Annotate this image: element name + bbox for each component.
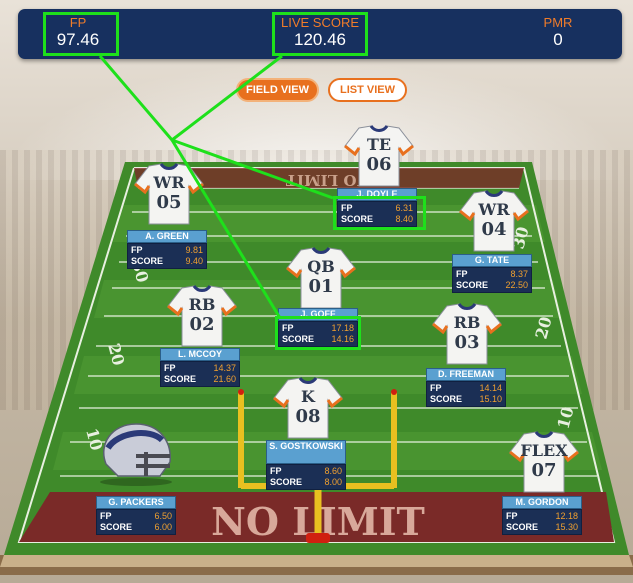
fp-value: 8.37 bbox=[510, 269, 528, 279]
score-value: 6.00 bbox=[154, 522, 172, 532]
score-value: 8.00 bbox=[324, 477, 342, 487]
score-value: 15.30 bbox=[555, 522, 578, 532]
player-name: A. GREEN bbox=[127, 230, 207, 243]
pmr-value: 0 bbox=[553, 30, 563, 49]
jersey-number: 04 bbox=[481, 219, 507, 240]
score-value: 21.60 bbox=[213, 374, 236, 384]
score-value: 22.50 bbox=[505, 280, 528, 290]
jersey-rb1[interactable]: RB 02 bbox=[166, 284, 238, 348]
player-card-rb1[interactable]: L. MCCOY FP 14.37 SCORE 21.60 bbox=[160, 348, 240, 387]
pmr-stat: PMR 0 bbox=[538, 15, 578, 50]
player-card-wr1[interactable]: A. GREEN FP 9.81 SCORE 9.40 bbox=[127, 230, 207, 269]
player-name: G. PACKERS bbox=[96, 496, 176, 509]
jersey-number: 08 bbox=[295, 406, 321, 427]
score-label: SCORE bbox=[164, 374, 197, 384]
list-view-button[interactable]: LIST VIEW bbox=[328, 78, 407, 102]
fp-value: 14.37 bbox=[213, 363, 236, 373]
highlight-box-qb-card bbox=[275, 316, 361, 350]
fp-label: FP bbox=[506, 511, 518, 521]
jersey-te[interactable]: TE 06 bbox=[343, 124, 415, 188]
player-card-rb2[interactable]: D. FREEMAN FP 14.14 SCORE 15.10 bbox=[426, 368, 506, 407]
score-value: 9.40 bbox=[185, 256, 203, 266]
fp-label: FP bbox=[131, 245, 143, 255]
jersey-flex[interactable]: FLEX 07 bbox=[508, 430, 580, 494]
player-name: M. GORDON bbox=[502, 496, 582, 509]
jersey-position: RB bbox=[188, 295, 216, 314]
player-name: L. MCCOY bbox=[160, 348, 240, 361]
fp-label: FP bbox=[270, 466, 282, 476]
jersey-number: 03 bbox=[454, 332, 480, 353]
jersey-number: 02 bbox=[189, 314, 215, 335]
field-view-button[interactable]: FIELD VIEW bbox=[236, 78, 319, 102]
jersey-position: FLEX bbox=[520, 441, 568, 460]
highlight-box-live-score bbox=[272, 12, 368, 56]
jersey-position: K bbox=[301, 387, 315, 406]
field-base-edge bbox=[0, 555, 633, 567]
score-label: SCORE bbox=[456, 280, 489, 290]
jersey-qb[interactable]: QB 01 bbox=[285, 246, 357, 310]
fp-value: 12.18 bbox=[555, 511, 578, 521]
fp-value: 9.81 bbox=[185, 245, 203, 255]
score-label: SCORE bbox=[100, 522, 133, 532]
score-label: SCORE bbox=[131, 256, 164, 266]
score-value: 15.10 bbox=[479, 394, 502, 404]
jersey-number: 01 bbox=[308, 276, 334, 297]
jersey-position: WR bbox=[153, 173, 185, 192]
fp-value: 14.14 bbox=[479, 383, 502, 393]
player-name: S. GOSTKOWSKI bbox=[266, 440, 346, 464]
fp-value: 6.50 bbox=[154, 511, 172, 521]
fp-label: FP bbox=[100, 511, 112, 521]
pmr-label: PMR bbox=[543, 15, 573, 30]
fp-label: FP bbox=[456, 269, 468, 279]
score-label: SCORE bbox=[506, 522, 539, 532]
score-label: SCORE bbox=[270, 477, 303, 487]
player-card-flex[interactable]: M. GORDON FP 12.18 SCORE 15.30 bbox=[502, 496, 582, 535]
player-name: G. TATE bbox=[452, 254, 532, 267]
jersey-number: 05 bbox=[156, 192, 182, 213]
highlight-box-fp bbox=[43, 12, 119, 56]
score-label: SCORE bbox=[430, 394, 463, 404]
fp-value: 8.60 bbox=[324, 466, 342, 476]
jersey-position: WR bbox=[478, 200, 510, 219]
jersey-k[interactable]: K 08 bbox=[272, 376, 344, 440]
fp-label: FP bbox=[164, 363, 176, 373]
player-name: D. FREEMAN bbox=[426, 368, 506, 381]
jersey-wr2[interactable]: WR 04 bbox=[458, 189, 530, 253]
fp-label: FP bbox=[430, 383, 442, 393]
jersey-position: QB bbox=[307, 257, 335, 276]
player-card-wr2[interactable]: G. TATE FP 8.37 SCORE 22.50 bbox=[452, 254, 532, 293]
player-card-def[interactable]: G. PACKERS FP 6.50 SCORE 6.00 bbox=[96, 496, 176, 535]
jersey-wr1[interactable]: WR 05 bbox=[133, 162, 205, 226]
highlight-box-te-card bbox=[333, 196, 426, 230]
jersey-rb2[interactable]: RB 03 bbox=[431, 302, 503, 366]
player-card-k[interactable]: S. GOSTKOWSKI FP 8.60 SCORE 8.00 bbox=[266, 440, 346, 490]
jersey-position: RB bbox=[453, 313, 481, 332]
jersey-number: 06 bbox=[366, 154, 392, 175]
jersey-number: 07 bbox=[531, 460, 557, 481]
jersey-position: TE bbox=[366, 135, 392, 154]
